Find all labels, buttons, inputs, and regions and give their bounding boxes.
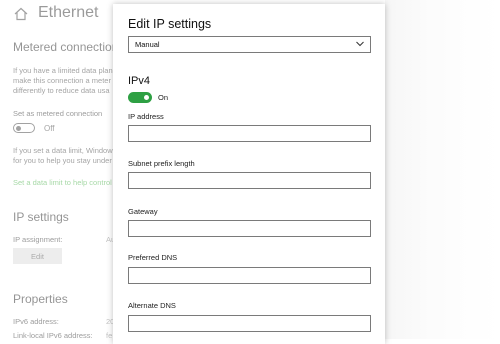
properties-heading: Properties <box>13 292 68 306</box>
dialog-title: Edit IP settings <box>128 17 212 31</box>
preferred-dns-input[interactable] <box>128 267 371 284</box>
ipv4-toggle[interactable] <box>128 92 152 103</box>
set-data-limit-link[interactable]: Set a data limit to help control <box>13 178 112 187</box>
metered-description-line: differently to reduce data usa <box>13 86 110 95</box>
edit-ip-settings-button[interactable]: Edit <box>13 248 62 264</box>
ip-assignment-label: IP assignment: <box>13 235 63 244</box>
alternate-dns-input[interactable] <box>128 315 371 332</box>
data-limit-description-line: for you to help you stay under <box>13 156 112 165</box>
gateway-input[interactable] <box>128 220 371 237</box>
ip-address-input[interactable] <box>128 125 371 142</box>
metered-connection-heading: Metered connection <box>13 40 119 54</box>
metered-description-line: If you have a limited data plan <box>13 66 113 75</box>
ipv4-toggle-state: On <box>158 93 169 102</box>
alternate-dns-label: Alternate DNS <box>128 301 176 310</box>
property-label: IPv6 address: <box>13 317 59 326</box>
page-header: Ethernet <box>14 4 98 22</box>
ip-mode-dropdown[interactable]: Manual <box>128 36 371 53</box>
subnet-prefix-length-label: Subnet prefix length <box>128 159 195 168</box>
metered-toggle-label: Set as metered connection <box>13 109 103 118</box>
metered-description-line: make this connection a meter <box>13 76 111 85</box>
metered-toggle[interactable] <box>13 123 35 133</box>
data-limit-description-line: If you set a data limit, Window <box>13 146 113 155</box>
ipv4-section-title: IPv4 <box>128 75 151 87</box>
ip-settings-heading: IP settings <box>13 210 69 224</box>
preferred-dns-label: Preferred DNS <box>128 253 178 262</box>
toggle-knob <box>16 125 21 131</box>
background-blur-area <box>385 0 500 339</box>
ip-mode-selected-value: Manual <box>135 40 160 49</box>
gateway-label: Gateway <box>128 207 158 216</box>
home-icon[interactable] <box>14 7 28 21</box>
subnet-prefix-length-input[interactable] <box>128 172 371 189</box>
ip-address-label: IP address <box>128 112 164 121</box>
page-title: Ethernet <box>38 4 99 21</box>
metered-toggle-state: Off <box>44 124 55 133</box>
chevron-down-icon <box>356 41 364 47</box>
edit-ip-settings-dialog: Edit IP settings Manual IPv4 On IP addre… <box>113 4 385 344</box>
toggle-knob <box>144 95 149 100</box>
